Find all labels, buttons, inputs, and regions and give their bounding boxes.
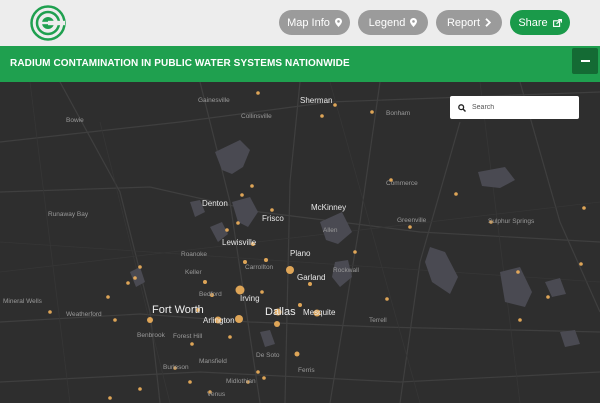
map-info-label: Map Info bbox=[287, 16, 330, 29]
place-label-greenville: Greenville bbox=[397, 217, 427, 224]
search-box[interactable] bbox=[450, 96, 579, 119]
search-input[interactable] bbox=[472, 104, 572, 111]
place-label-venus: Venus bbox=[207, 391, 226, 398]
place-label-weatherford: Weatherford bbox=[66, 311, 102, 318]
place-label-plano: Plano bbox=[290, 249, 311, 258]
place-label-mesquite: Mesquite bbox=[303, 308, 336, 317]
place-label-allen: Allen bbox=[323, 227, 338, 234]
place-label-terrell: Terrell bbox=[369, 317, 387, 324]
place-label-collinsville: Collinsville bbox=[241, 113, 272, 120]
place-label-garland: Garland bbox=[297, 273, 326, 282]
map-info-button[interactable]: Map Info bbox=[279, 10, 350, 35]
place-label-commerce: Commerce bbox=[386, 180, 418, 187]
place-label-arlington: Arlington bbox=[203, 316, 235, 325]
place-label-benbrook: Benbrook bbox=[137, 332, 165, 339]
place-label-dallas: Dallas bbox=[265, 306, 296, 318]
place-label-frisco: Frisco bbox=[262, 214, 284, 223]
report-label: Report bbox=[446, 16, 481, 29]
chevron-right-icon bbox=[485, 18, 492, 27]
map-pin-icon bbox=[334, 18, 342, 27]
place-label-lewisville: Lewisville bbox=[222, 238, 257, 247]
place-label-rockwall: Rockwall bbox=[333, 267, 360, 274]
ewg-logo-icon[interactable] bbox=[30, 5, 66, 41]
place-label-forest-hill: Forest Hill bbox=[173, 333, 203, 340]
place-label-keller: Keller bbox=[185, 269, 202, 276]
place-label-bedford: Bedford bbox=[199, 291, 222, 298]
place-label-mansfield: Mansfield bbox=[199, 358, 227, 365]
place-label-midlothian: Midlothian bbox=[226, 378, 256, 385]
place-label-irving: Irving bbox=[240, 294, 260, 303]
place-label-fort-worth: Fort Worth bbox=[152, 304, 204, 316]
top-header: Map Info Legend Report Share bbox=[0, 0, 600, 46]
place-label-denton: Denton bbox=[202, 199, 228, 208]
legend-button[interactable]: Legend bbox=[358, 10, 428, 35]
place-label-bonham: Bonham bbox=[386, 110, 411, 117]
map-canvas[interactable]: Gainesville Sherman Bowie Collinsville B… bbox=[0, 82, 600, 403]
place-label-roanoke: Roanoke bbox=[181, 251, 208, 258]
map-base-layer bbox=[0, 82, 600, 403]
legend-label: Legend bbox=[368, 16, 406, 29]
place-label-mckinney: McKinney bbox=[311, 203, 347, 212]
place-label-mineral-wells: Mineral Wells bbox=[3, 298, 42, 305]
collapse-panel-button[interactable] bbox=[572, 48, 598, 74]
page-title: RADIUM CONTAMINATION IN PUBLIC WATER SYS… bbox=[10, 58, 350, 69]
place-label-desoto: De Soto bbox=[256, 352, 280, 359]
share-button[interactable]: Share bbox=[510, 10, 570, 35]
place-label-bowie: Bowie bbox=[66, 117, 84, 124]
place-label-sulphur-springs: Sulphur Springs bbox=[488, 218, 535, 225]
report-button[interactable]: Report bbox=[436, 10, 502, 35]
place-label-ferris: Ferris bbox=[298, 367, 315, 374]
place-label-carrollton: Carrollton bbox=[245, 264, 274, 271]
place-label-burleson: Burleson bbox=[163, 364, 189, 371]
place-label-runaway-bay: Runaway Bay bbox=[48, 211, 89, 218]
title-bar: RADIUM CONTAMINATION IN PUBLIC WATER SYS… bbox=[0, 46, 600, 82]
share-label: Share bbox=[518, 16, 548, 29]
share-icon bbox=[552, 18, 562, 27]
place-label-sherman: Sherman bbox=[300, 96, 333, 105]
search-icon bbox=[458, 103, 466, 112]
map-pin-icon bbox=[410, 18, 418, 27]
place-label-gainesville: Gainesville bbox=[198, 97, 230, 104]
minus-icon bbox=[580, 60, 590, 62]
